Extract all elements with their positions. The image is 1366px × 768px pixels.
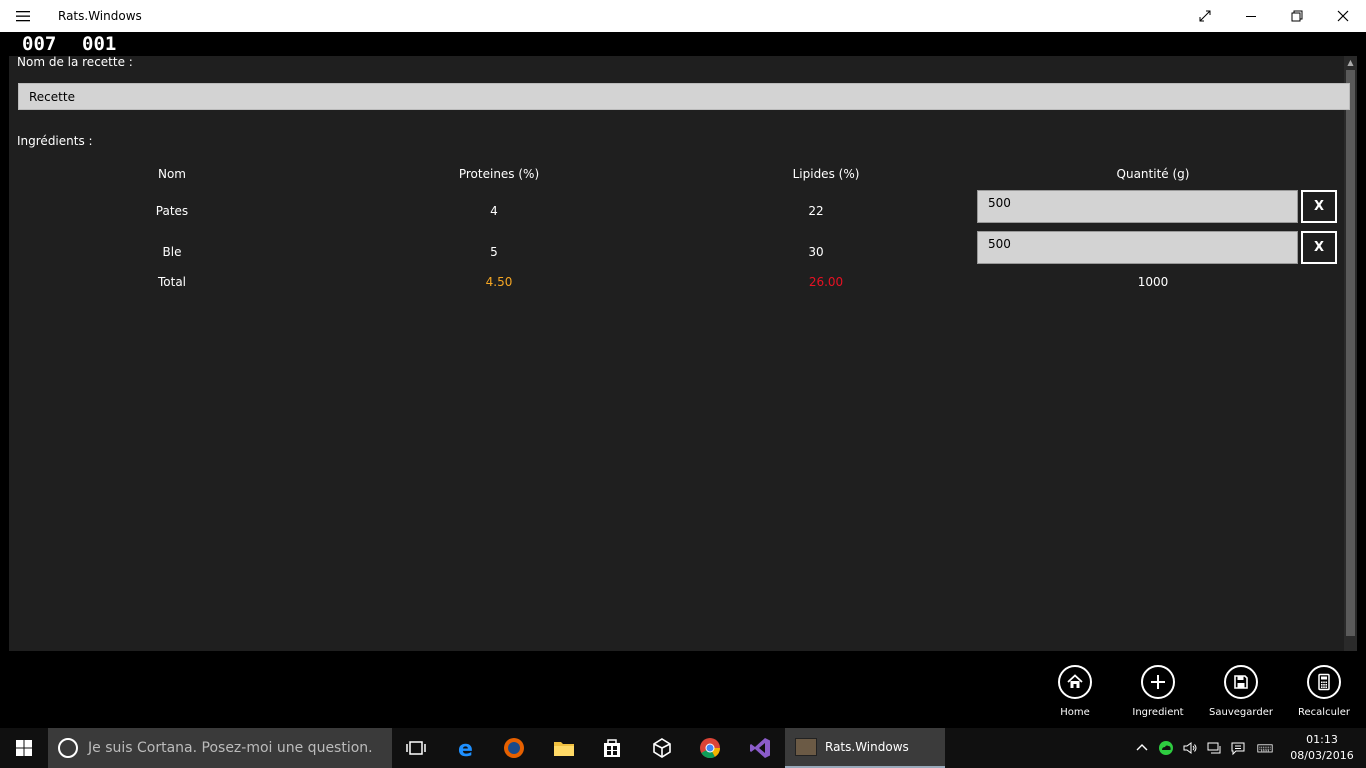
- taskbar: Je suis Cortana. Posez-moi une question.…: [0, 728, 1366, 768]
- show-hidden-icons-chevron-up-icon[interactable]: [1132, 728, 1152, 768]
- save-button[interactable]: Sauvegarder: [1201, 665, 1281, 718]
- recipe-name-label: Nom de la recette :: [17, 55, 133, 69]
- column-header-name: Nom: [157, 167, 186, 181]
- windows-logo-icon: [16, 740, 32, 756]
- column-header-proteins: Proteines (%): [458, 167, 540, 181]
- quantity-input[interactable]: 500: [977, 190, 1298, 223]
- system-clock[interactable]: 01:13 08/03/2016: [1284, 732, 1360, 764]
- plus-icon: [1151, 675, 1165, 689]
- file-explorer-icon[interactable]: [540, 728, 588, 768]
- ingredient-lipids: 22: [808, 204, 824, 218]
- recalculate-button[interactable]: Recalculer: [1284, 665, 1364, 718]
- quantity-input[interactable]: 500: [977, 231, 1298, 264]
- add-ingredient-label: Ingredient: [1132, 707, 1184, 718]
- frame-counter-left: 007: [22, 33, 57, 55]
- chrome-icon[interactable]: [686, 728, 734, 768]
- calculator-icon: [1318, 673, 1330, 691]
- fullscreen-icon[interactable]: [1182, 0, 1228, 32]
- start-button[interactable]: [0, 728, 48, 768]
- keyboard-icon[interactable]: [1253, 728, 1277, 768]
- store-icon[interactable]: [588, 728, 636, 768]
- ingredient-proteins: 4: [490, 204, 498, 218]
- title-bar: Rats.Windows: [0, 0, 1366, 32]
- total-proteins: 4.50: [485, 275, 513, 289]
- recalculate-label: Recalculer: [1298, 707, 1350, 718]
- volume-icon[interactable]: [1180, 728, 1200, 768]
- remove-ingredient-button[interactable]: X: [1301, 190, 1337, 223]
- minimize-button[interactable]: [1228, 0, 1274, 32]
- command-bar: Home Ingredient Sauvegarder Recalculer: [0, 651, 1366, 728]
- clock-time: 01:13: [1306, 733, 1338, 746]
- hamburger-menu-icon[interactable]: [8, 0, 38, 32]
- cortana-icon: [58, 738, 78, 758]
- network-cloud-icon[interactable]: [1155, 728, 1177, 768]
- unity-icon[interactable]: [638, 728, 686, 768]
- home-icon: [1067, 674, 1083, 688]
- save-icon: [1234, 675, 1248, 689]
- total-lipids: 26.00: [808, 275, 844, 289]
- ingredient-proteins: 5: [490, 245, 498, 259]
- home-label: Home: [1060, 707, 1090, 718]
- action-center-icon[interactable]: [1228, 728, 1248, 768]
- frame-counter-right: 001: [82, 33, 117, 55]
- taskbar-active-app[interactable]: Rats.Windows: [785, 728, 945, 768]
- restore-button[interactable]: [1274, 0, 1320, 32]
- save-label: Sauvegarder: [1209, 707, 1273, 718]
- clock-date: 08/03/2016: [1290, 749, 1354, 762]
- visual-studio-icon[interactable]: [736, 728, 784, 768]
- remove-ingredient-button[interactable]: X: [1301, 231, 1337, 264]
- firefox-icon[interactable]: [490, 728, 538, 768]
- window-title: Rats.Windows: [58, 9, 142, 23]
- ingredient-name: Ble: [162, 245, 182, 259]
- active-app-label: Rats.Windows: [825, 740, 909, 754]
- ingredients-label: Ingrédients :: [17, 134, 93, 148]
- add-ingredient-button[interactable]: Ingredient: [1118, 665, 1198, 718]
- ingredient-name: Pates: [155, 204, 189, 218]
- task-view-icon[interactable]: [392, 728, 440, 768]
- column-header-quantity: Quantité (g): [1116, 167, 1190, 181]
- rats-app-icon: [795, 738, 817, 756]
- edge-browser-icon[interactable]: e: [442, 728, 490, 768]
- cortana-search-box[interactable]: Je suis Cortana. Posez-moi une question.: [48, 728, 392, 768]
- vertical-scrollbar[interactable]: ▲: [1344, 56, 1357, 651]
- ingredient-lipids: 30: [808, 245, 824, 259]
- home-button[interactable]: Home: [1035, 665, 1115, 718]
- scrollbar-thumb[interactable]: [1346, 70, 1355, 636]
- search-placeholder: Je suis Cortana. Posez-moi une question.: [88, 740, 373, 756]
- close-button[interactable]: [1320, 0, 1366, 32]
- scroll-up-icon[interactable]: ▲: [1346, 58, 1355, 68]
- content-panel: [9, 56, 1344, 651]
- recipe-name-input[interactable]: Recette: [18, 83, 1350, 110]
- column-header-lipids: Lipides (%): [792, 167, 860, 181]
- network-wired-icon[interactable]: [1203, 728, 1225, 768]
- svg-text:e: e: [458, 737, 473, 760]
- total-label: Total: [157, 275, 187, 289]
- total-quantity: 1000: [1137, 275, 1169, 289]
